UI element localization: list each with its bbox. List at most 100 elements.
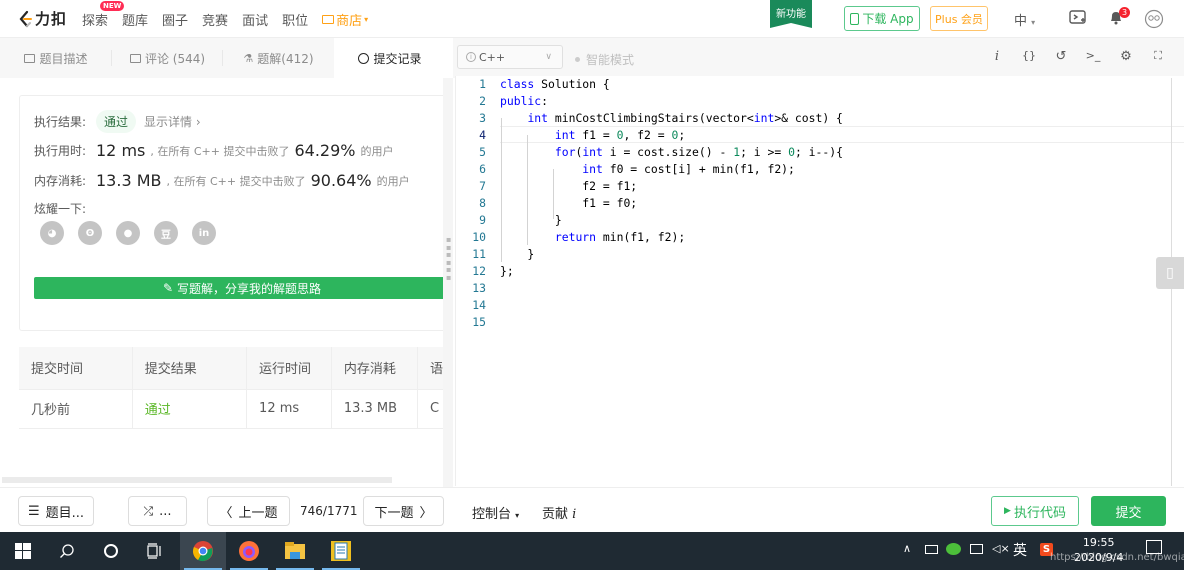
nav-contest[interactable]: 竞赛	[202, 10, 228, 29]
caret-down-icon: ▾	[515, 511, 520, 520]
cortana-icon[interactable]	[88, 532, 134, 570]
code-line: 3 int minCostClimbingStairs(vector<int>&…	[456, 110, 1184, 127]
code-editor[interactable]: 1 class Solution { 2 public: 3 int minCost…	[455, 76, 1184, 486]
battery-icon[interactable]	[925, 545, 938, 554]
logo[interactable]: 力扣	[18, 8, 67, 29]
show-detail-link[interactable]: 显示详情 ›	[144, 113, 201, 130]
reset-icon[interactable]: ↺	[1052, 49, 1070, 64]
code-text: return min(f1, f2);	[554, 230, 686, 244]
wechat-icon[interactable]: ◕	[40, 221, 64, 245]
nav-explore[interactable]: 探索 NEW	[82, 0, 125, 29]
new-badge: NEW	[100, 0, 125, 11]
chevron-left-icon: 〈	[219, 505, 233, 521]
plus-member-button[interactable]: Plus 会员	[930, 6, 988, 31]
submit-button[interactable]: 提交	[1091, 496, 1166, 526]
tab-submissions[interactable]: 提交记录	[334, 38, 446, 78]
line-number: 13	[472, 281, 486, 295]
weibo-icon[interactable]: ʘ	[78, 221, 102, 245]
format-braces-icon[interactable]: {}	[1020, 49, 1038, 62]
header-memory: 内存消耗	[331, 347, 418, 390]
chrome-icon[interactable]	[180, 532, 226, 570]
chevron-right-icon: 〉	[419, 505, 433, 521]
runtime-percent: 64.29%	[294, 141, 356, 160]
problem-counter: 746/1771	[300, 504, 358, 518]
settings-gear-icon[interactable]: ⚙	[1117, 49, 1135, 64]
notification-center-icon[interactable]	[1146, 540, 1162, 554]
clock-icon	[358, 52, 370, 64]
code-line: 14	[456, 297, 1184, 314]
problem-list-button[interactable]: ☰ 题目...	[18, 496, 94, 526]
run-code-label: 执行代码	[1013, 505, 1066, 521]
runtime-suffix: 的用户	[360, 144, 394, 158]
network-icon[interactable]	[970, 544, 983, 554]
random-problem-button[interactable]: ⤮ ...	[128, 496, 187, 526]
prev-problem-button[interactable]: 〈 上一题	[207, 496, 290, 526]
share-label: 炫耀一下:	[34, 202, 87, 216]
qq-icon[interactable]: ●	[116, 221, 140, 245]
cell-status-link[interactable]: 通过	[132, 389, 248, 429]
smart-mode-toggle[interactable]: 智能模式	[575, 51, 634, 68]
nav-problems[interactable]: 题库	[122, 10, 148, 29]
next-problem-button[interactable]: 下一题 〉	[363, 496, 444, 526]
code-line: 1 class Solution {	[456, 76, 1184, 93]
windows-taskbar: ∧ ◁× 英 S 19:55 2020/9/4 https://blog.csd…	[0, 532, 1184, 570]
nav-circle[interactable]: 圈子	[162, 10, 188, 29]
code-line: 7 f2 = f1;	[456, 178, 1184, 195]
new-feature-ribbon[interactable]: 新功能	[770, 0, 812, 28]
horizontal-scrollbar[interactable]	[2, 477, 392, 483]
info-italic-icon[interactable]: i	[988, 49, 1006, 64]
code-line: 6 int f0 = cost[i] + min(f1, f2);	[456, 161, 1184, 178]
nav-interview[interactable]: 面试	[242, 10, 268, 29]
console-label: 控制台	[472, 507, 512, 522]
drag-dots-icon: ▪ ▪ ▪ ▪ ▪ ▪	[446, 235, 452, 282]
top-navigation: 力扣 探索 NEW 题库 圈子 竞赛 面试 职位 商店 ▾ 新功能 下载 App…	[0, 0, 1184, 38]
runtime-row: 执行用时: 12 ms , 在所有 C++ 提交中击败了 64.29% 的用户	[34, 141, 399, 160]
code-line: 10 return min(f1, f2);	[456, 229, 1184, 246]
runtime-value: 12 ms	[96, 141, 146, 160]
tab-comments[interactable]: 评论 (544)	[112, 38, 223, 78]
douban-icon[interactable]: 豆	[154, 221, 178, 245]
tab-solutions[interactable]: ⚗ 题解(412)	[223, 38, 334, 78]
nav-store[interactable]: 商店 ▾	[322, 10, 368, 29]
info-italic-icon: i	[572, 507, 577, 522]
nav-jobs[interactable]: 职位	[282, 10, 308, 29]
run-code-button[interactable]: ▶ 执行代码	[991, 496, 1079, 526]
header-status: 提交结果	[132, 347, 248, 390]
playground-icon[interactable]	[1068, 9, 1088, 29]
volume-muted-icon[interactable]: ◁×	[992, 542, 1010, 555]
windows-start-icon[interactable]	[0, 532, 46, 570]
firefox-icon[interactable]	[226, 532, 272, 570]
language-switch[interactable]: 中 ▾	[1014, 10, 1035, 29]
smart-mode-dot-icon	[575, 57, 580, 62]
line-number: 2	[479, 94, 486, 108]
tab-submissions-label: 提交记录	[373, 51, 422, 66]
ime-indicator[interactable]: 英	[1013, 540, 1027, 560]
wechat-tray-icon[interactable]	[946, 543, 961, 555]
linkedin-icon[interactable]: in	[192, 221, 216, 245]
tray-chevron-up-icon[interactable]: ∧	[903, 542, 911, 555]
tab-description[interactable]: 题目描述	[0, 38, 112, 78]
language-select[interactable]: i C++ ∨	[457, 45, 563, 69]
code-line: 4 int f1 = 0, f2 = 0;	[456, 127, 1184, 144]
contribute-link[interactable]: 贡献 i	[542, 503, 576, 522]
notepad-app-icon[interactable]	[318, 532, 364, 570]
notes-document-icon[interactable]: ▯	[1156, 257, 1184, 289]
console-toggle[interactable]: 控制台 ▾	[472, 503, 519, 522]
avatar[interactable]	[1144, 9, 1164, 29]
fullscreen-icon[interactable]: ⛶	[1149, 49, 1167, 63]
file-explorer-icon[interactable]	[272, 532, 318, 570]
panel-resize-handle[interactable]: ▪ ▪ ▪ ▪ ▪ ▪	[443, 78, 453, 488]
table-header-row: 提交时间 提交结果 运行时间 内存消耗 语	[19, 347, 445, 390]
table-row[interactable]: 几秒前 通过 12 ms 13.3 MB C	[19, 389, 445, 429]
write-solution-button[interactable]: ✎ 写题解，分享我的解题思路	[34, 277, 450, 299]
bottom-bar: ☰ 题目... ⤮ ... 〈 上一题 746/1771 下一题 〉 控制台 ▾…	[0, 487, 1184, 532]
task-view-icon[interactable]	[132, 532, 178, 570]
write-solution-label: 写题解，分享我的解题思路	[177, 281, 322, 296]
submissions-table: 提交时间 提交结果 运行时间 内存消耗 语 几秒前 通过 12 ms 13.3 …	[19, 347, 445, 429]
search-icon[interactable]	[44, 532, 90, 570]
download-app-button[interactable]: 下载 App	[844, 6, 920, 31]
problem-list-label: 题目...	[45, 505, 85, 521]
code-line: 12};	[456, 263, 1184, 280]
terminal-icon[interactable]: >_	[1084, 49, 1102, 62]
memory-suffix: 的用户	[376, 174, 410, 188]
